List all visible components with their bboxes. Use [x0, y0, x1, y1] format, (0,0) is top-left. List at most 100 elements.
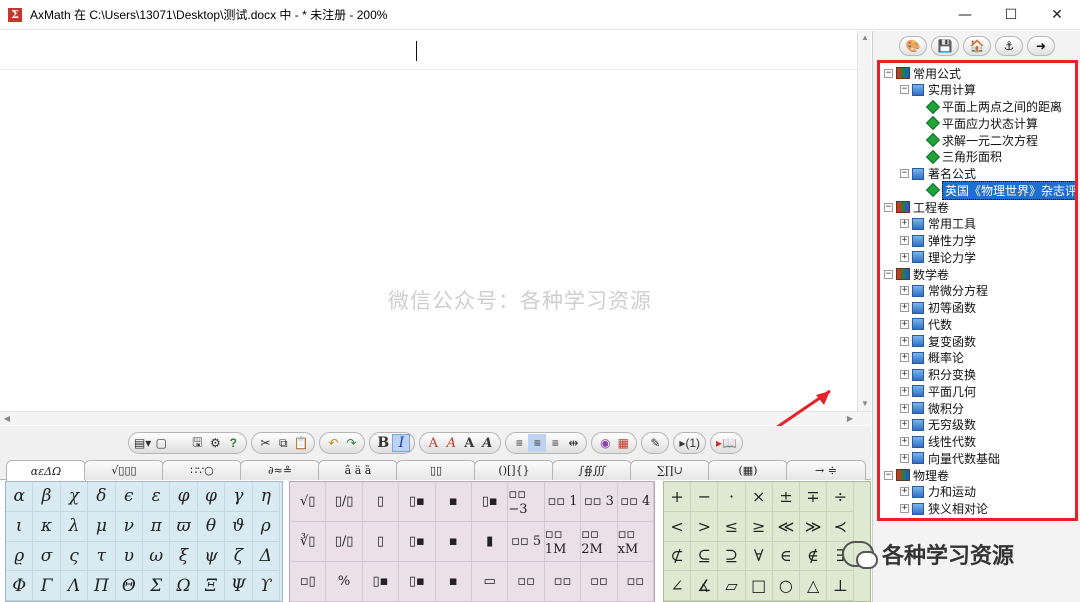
operator-symbol-button[interactable]: ·: [718, 482, 746, 512]
settings-icon[interactable]: ⚙: [206, 434, 224, 452]
structure-template-button[interactable]: ▫▫ 2M: [581, 522, 618, 562]
scroll-left-icon[interactable]: ◀: [0, 412, 14, 426]
style-dropdown-icon[interactable]: ▤▾: [133, 434, 152, 452]
undo-icon[interactable]: ↶: [324, 434, 342, 452]
tree-node[interactable]: + 复变函数: [900, 333, 976, 349]
greek-symbol-button[interactable]: Ξ: [197, 571, 226, 601]
expand-icon[interactable]: +: [900, 487, 909, 497]
structure-template-button[interactable]: ▫▫: [544, 562, 582, 602]
structure-template-button[interactable]: ▫▫: [617, 562, 654, 602]
tree-node[interactable]: + 弹性力学: [900, 233, 976, 249]
operator-symbol-button[interactable]: ∈: [772, 541, 800, 572]
palette-tab[interactable]: (▦): [708, 460, 788, 480]
tree-node[interactable]: − 实用计算: [900, 82, 976, 98]
greek-symbol-button[interactable]: Φ: [6, 571, 34, 601]
color-wheel-icon[interactable]: ◉: [596, 434, 614, 452]
greek-symbol-button[interactable]: Δ: [252, 541, 280, 572]
tree-formula-item[interactable]: 求解一元二次方程: [916, 132, 1038, 148]
operator-symbol-button[interactable]: ≫: [800, 511, 828, 542]
greek-symbol-button[interactable]: Θ: [115, 571, 143, 601]
operator-symbol-button[interactable]: ○: [772, 571, 800, 601]
greek-symbol-button[interactable]: ι: [6, 511, 34, 542]
palette-tab[interactable]: â ä ȁ: [318, 460, 398, 480]
expand-icon[interactable]: +: [900, 420, 909, 430]
align-left-icon[interactable]: ≡: [510, 434, 528, 452]
structure-template-button[interactable]: %: [326, 562, 363, 602]
structure-template-button[interactable]: ▫▯: [290, 562, 327, 602]
minimize-button[interactable]: —: [942, 0, 988, 30]
operator-symbol-button[interactable]: ⊥: [827, 571, 855, 601]
expand-icon[interactable]: +: [900, 236, 909, 245]
expand-icon[interactable]: +: [900, 252, 909, 262]
collapse-icon[interactable]: −: [884, 68, 893, 78]
operator-symbol-button[interactable]: ▱: [718, 571, 746, 601]
new-icon[interactable]: ▢: [152, 434, 170, 452]
greek-symbol-button[interactable]: ϒ: [252, 571, 280, 601]
structure-template-button[interactable]: ▪: [435, 522, 472, 562]
collapse-icon[interactable]: −: [900, 85, 909, 95]
structure-template-button[interactable]: ▫▫ 1: [544, 482, 582, 522]
tree-formula-item[interactable]: 英国《物理世界》杂志评: [916, 180, 1075, 200]
font-button-3[interactable]: A: [460, 434, 478, 452]
redo-icon[interactable]: ↷: [342, 434, 360, 452]
tree-node[interactable]: − 数学卷: [884, 266, 949, 282]
greek-symbol-button[interactable]: Ω: [170, 571, 198, 601]
greek-symbol-button[interactable]: ε: [143, 482, 171, 512]
greek-symbol-button[interactable]: Γ: [33, 571, 61, 601]
operator-symbol-button[interactable]: >: [691, 511, 719, 542]
collapse-icon[interactable]: −: [884, 470, 893, 480]
greek-symbol-button[interactable]: σ: [33, 541, 61, 572]
greek-symbol-button[interactable]: φ: [170, 482, 198, 512]
structure-template-button[interactable]: ▫▫ −3: [508, 482, 545, 522]
operator-symbol-button[interactable]: <: [664, 511, 692, 542]
palette-tab[interactable]: ▯▯: [396, 460, 476, 480]
greek-symbol-button[interactable]: τ: [88, 541, 116, 572]
blank-icon[interactable]: [170, 434, 188, 452]
palette-tab[interactable]: ()[]{}: [474, 460, 554, 480]
scroll-right-icon[interactable]: ▶: [843, 412, 857, 426]
greek-symbol-button[interactable]: β: [33, 482, 61, 512]
expand-icon[interactable]: +: [900, 504, 909, 513]
tree-node[interactable]: + 向量代数基础: [900, 450, 1000, 466]
greek-symbol-button[interactable]: ϱ: [6, 541, 34, 572]
expand-icon[interactable]: +: [900, 286, 909, 296]
tree-node[interactable]: − 物理卷: [884, 467, 949, 483]
equation-number-icon[interactable]: ▸(1): [678, 434, 701, 452]
greek-symbol-button[interactable]: Π: [88, 571, 116, 601]
operator-symbol-button[interactable]: ⊄: [664, 541, 692, 572]
structure-template-button[interactable]: ▪: [435, 562, 472, 602]
greek-symbol-button[interactable]: ϖ: [170, 511, 198, 542]
expand-icon[interactable]: +: [900, 403, 909, 413]
tree-node[interactable]: + 代数: [900, 316, 952, 332]
structure-template-button[interactable]: ▭: [472, 562, 509, 602]
font-button-2[interactable]: A: [442, 434, 460, 452]
structure-template-button[interactable]: ▫▫ 1M: [544, 522, 582, 562]
greek-symbol-button[interactable]: π: [143, 511, 171, 542]
operator-symbol-button[interactable]: ∉: [800, 541, 828, 572]
operator-symbol-button[interactable]: ≥: [745, 511, 773, 542]
structure-template-button[interactable]: ▯: [362, 522, 400, 562]
structure-template-button[interactable]: ▯/▯: [326, 482, 363, 522]
greek-symbol-button[interactable]: φ: [197, 482, 226, 512]
greek-symbol-button[interactable]: ϵ: [115, 482, 143, 512]
palette-tab[interactable]: ∑∏∪: [630, 460, 710, 480]
save-icon[interactable]: 🖫: [188, 434, 206, 452]
tree-node[interactable]: + 积分变换: [900, 367, 976, 383]
structure-template-button[interactable]: ▫▫ xM: [617, 522, 654, 562]
structure-template-button[interactable]: ▫▫ 3: [581, 482, 618, 522]
palette-tab[interactable]: ∫∯∭: [552, 460, 632, 480]
font-button-4[interactable]: A: [478, 434, 496, 452]
library-insert-icon[interactable]: ⚓: [995, 36, 1023, 56]
library-save-icon[interactable]: 💾: [931, 36, 959, 56]
tree-node[interactable]: + 常用工具: [900, 216, 976, 232]
greek-symbol-button[interactable]: υ: [115, 541, 143, 572]
copy-icon[interactable]: ⧉: [274, 434, 292, 452]
operator-symbol-button[interactable]: ∠: [664, 571, 692, 601]
palette-tab[interactable]: ∂≈≗: [240, 460, 320, 480]
insert-document-icon[interactable]: ▸📖: [715, 434, 738, 452]
operator-symbol-button[interactable]: ∀: [745, 541, 773, 572]
palette-tab[interactable]: √▯▯▯: [84, 460, 164, 480]
bold-button[interactable]: B: [374, 434, 392, 452]
operator-symbol-button[interactable]: −: [691, 482, 719, 512]
greek-symbol-button[interactable]: χ: [60, 482, 89, 512]
